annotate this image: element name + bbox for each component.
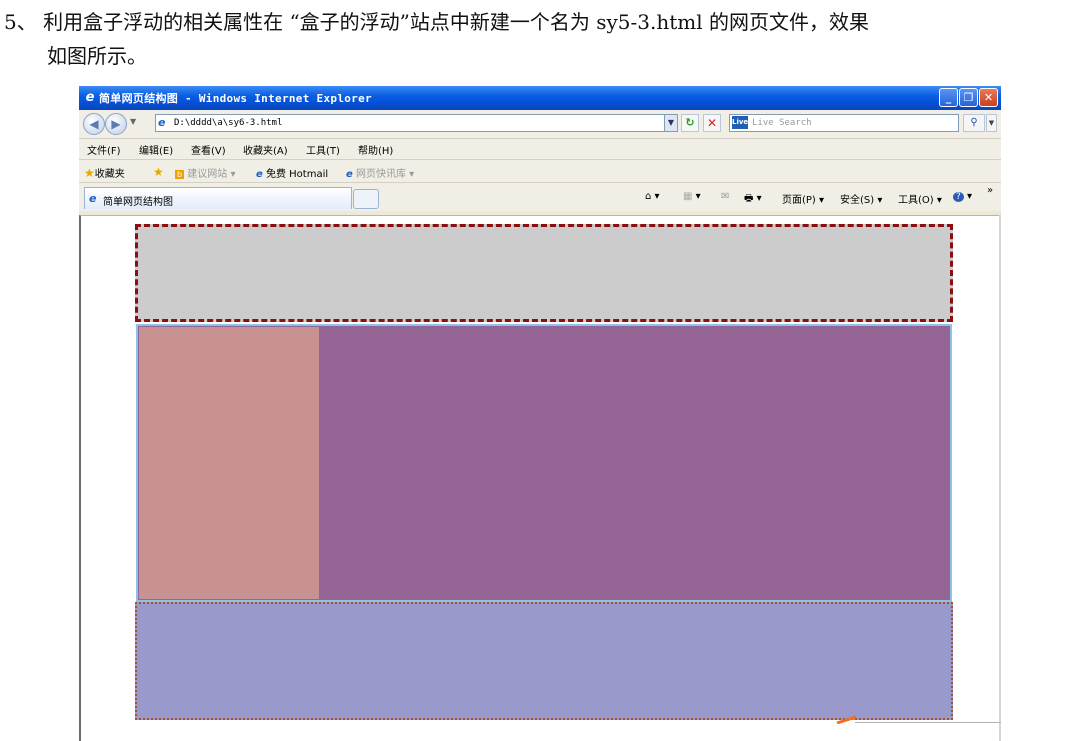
live-search-icon: Live — [732, 116, 748, 129]
refresh-button[interactable]: ↻ — [681, 114, 699, 132]
viewport-right-edge — [999, 215, 1001, 741]
favorites-button[interactable]: ★收藏夹 — [84, 165, 125, 180]
favorites-bar: ★收藏夹 ★ b 建议网站 ▾ e 免费 Hotmail e 网页快讯库 ▾ — [79, 160, 1001, 183]
ie-page-icon: e — [346, 169, 353, 180]
tab-label: 简单网页结构图 — [103, 197, 173, 208]
tab-bar: e 简单网页结构图 ⌂ ▾ ▦ ▾ ✉ 🖶 ▾ 页面(P) ▾ 安全(S) ▾ … — [79, 183, 1001, 211]
menu-file[interactable]: 文件(F) — [87, 142, 121, 157]
address-dropdown-icon[interactable]: ▼ — [664, 114, 678, 132]
print-button[interactable]: 🖶 ▾ — [744, 191, 762, 208]
close-button[interactable]: ✕ — [979, 88, 998, 107]
forward-button[interactable]: ▶ — [105, 113, 127, 135]
maximize-button[interactable]: ❐ — [959, 88, 978, 107]
left-sidebar-box — [139, 327, 319, 599]
search-icon[interactable]: ⚲ — [963, 114, 985, 132]
search-options-icon[interactable]: ▼ — [986, 114, 997, 132]
menu-bar: 文件(F) 编辑(E) 查看(V) 收藏夹(A) 工具(T) 帮助(H) — [79, 139, 1001, 160]
home-button[interactable]: ⌂ ▾ — [645, 191, 660, 202]
menu-tools[interactable]: 工具(T) — [306, 142, 340, 157]
bing-icon: b — [175, 170, 185, 179]
footer-box — [135, 602, 953, 720]
feeds-button[interactable]: ▦ ▾ — [683, 191, 701, 202]
header-box — [135, 224, 953, 322]
page-menu[interactable]: 页面(P) ▾ — [782, 191, 824, 206]
menu-help[interactable]: 帮助(H) — [358, 142, 393, 157]
window-title: 简单网页结构图 - Windows Internet Explorer — [99, 92, 372, 105]
printer-icon: 🖶 — [744, 193, 754, 204]
minimize-button[interactable]: _ — [939, 88, 958, 107]
window-bottom-edge — [855, 722, 1001, 723]
new-tab-button[interactable] — [353, 189, 379, 209]
star-icon: ★ — [84, 166, 95, 180]
help-icon: ? — [953, 192, 964, 202]
menu-favorites[interactable]: 收藏夹(A) — [243, 142, 288, 157]
home-icon: ⌂ — [645, 191, 652, 202]
help-button[interactable]: ? ▾ — [953, 191, 972, 202]
instruction-line-2: 如图所示。 — [47, 44, 147, 68]
menu-view[interactable]: 查看(V) — [191, 142, 226, 157]
title-bar: e 简单网页结构图 - Windows Internet Explorer _ … — [79, 86, 1001, 110]
back-button[interactable]: ◀ — [83, 113, 105, 135]
mail-icon: ✉ — [721, 191, 730, 202]
page-icon: e — [158, 116, 166, 129]
web-slice-gallery-link[interactable]: e 网页快讯库 ▾ — [346, 165, 414, 180]
ie-logo-icon: e — [85, 90, 95, 105]
ie-page-icon: e — [89, 192, 97, 205]
instruction-line-1: 5、 利用盒子浮动的相关属性在 “盒子的浮动”站点中新建一个名为 sy5-3.h… — [4, 10, 870, 34]
stop-button[interactable]: ✕ — [703, 114, 721, 132]
nav-history-dropdown-icon[interactable]: ▼ — [130, 117, 136, 126]
hotmail-link[interactable]: e 免费 Hotmail — [256, 165, 328, 180]
add-favorite-icon[interactable]: ★ — [153, 165, 164, 179]
suggested-sites-link[interactable]: b 建议网站 ▾ — [175, 165, 235, 180]
rss-icon: ▦ — [683, 191, 693, 202]
main-box — [136, 324, 952, 602]
ie-page-icon: e — [256, 169, 263, 180]
search-input[interactable]: Live Search — [729, 114, 959, 132]
more-commands-chevron-icon[interactable]: » — [987, 185, 993, 196]
tools-menu[interactable]: 工具(O) ▾ — [898, 191, 942, 206]
address-input[interactable]: D:\dddd\a\sy6-3.html — [155, 114, 677, 132]
safety-menu[interactable]: 安全(S) ▾ — [840, 191, 882, 206]
menu-edit[interactable]: 编辑(E) — [139, 142, 173, 157]
address-bar: ◀ ▶ ▼ D:\dddd\a\sy6-3.html e ▼ ↻ ✕ Live … — [79, 110, 1001, 139]
tab-active[interactable]: e 简单网页结构图 — [84, 187, 352, 209]
read-mail-button[interactable]: ✉ — [721, 191, 729, 202]
